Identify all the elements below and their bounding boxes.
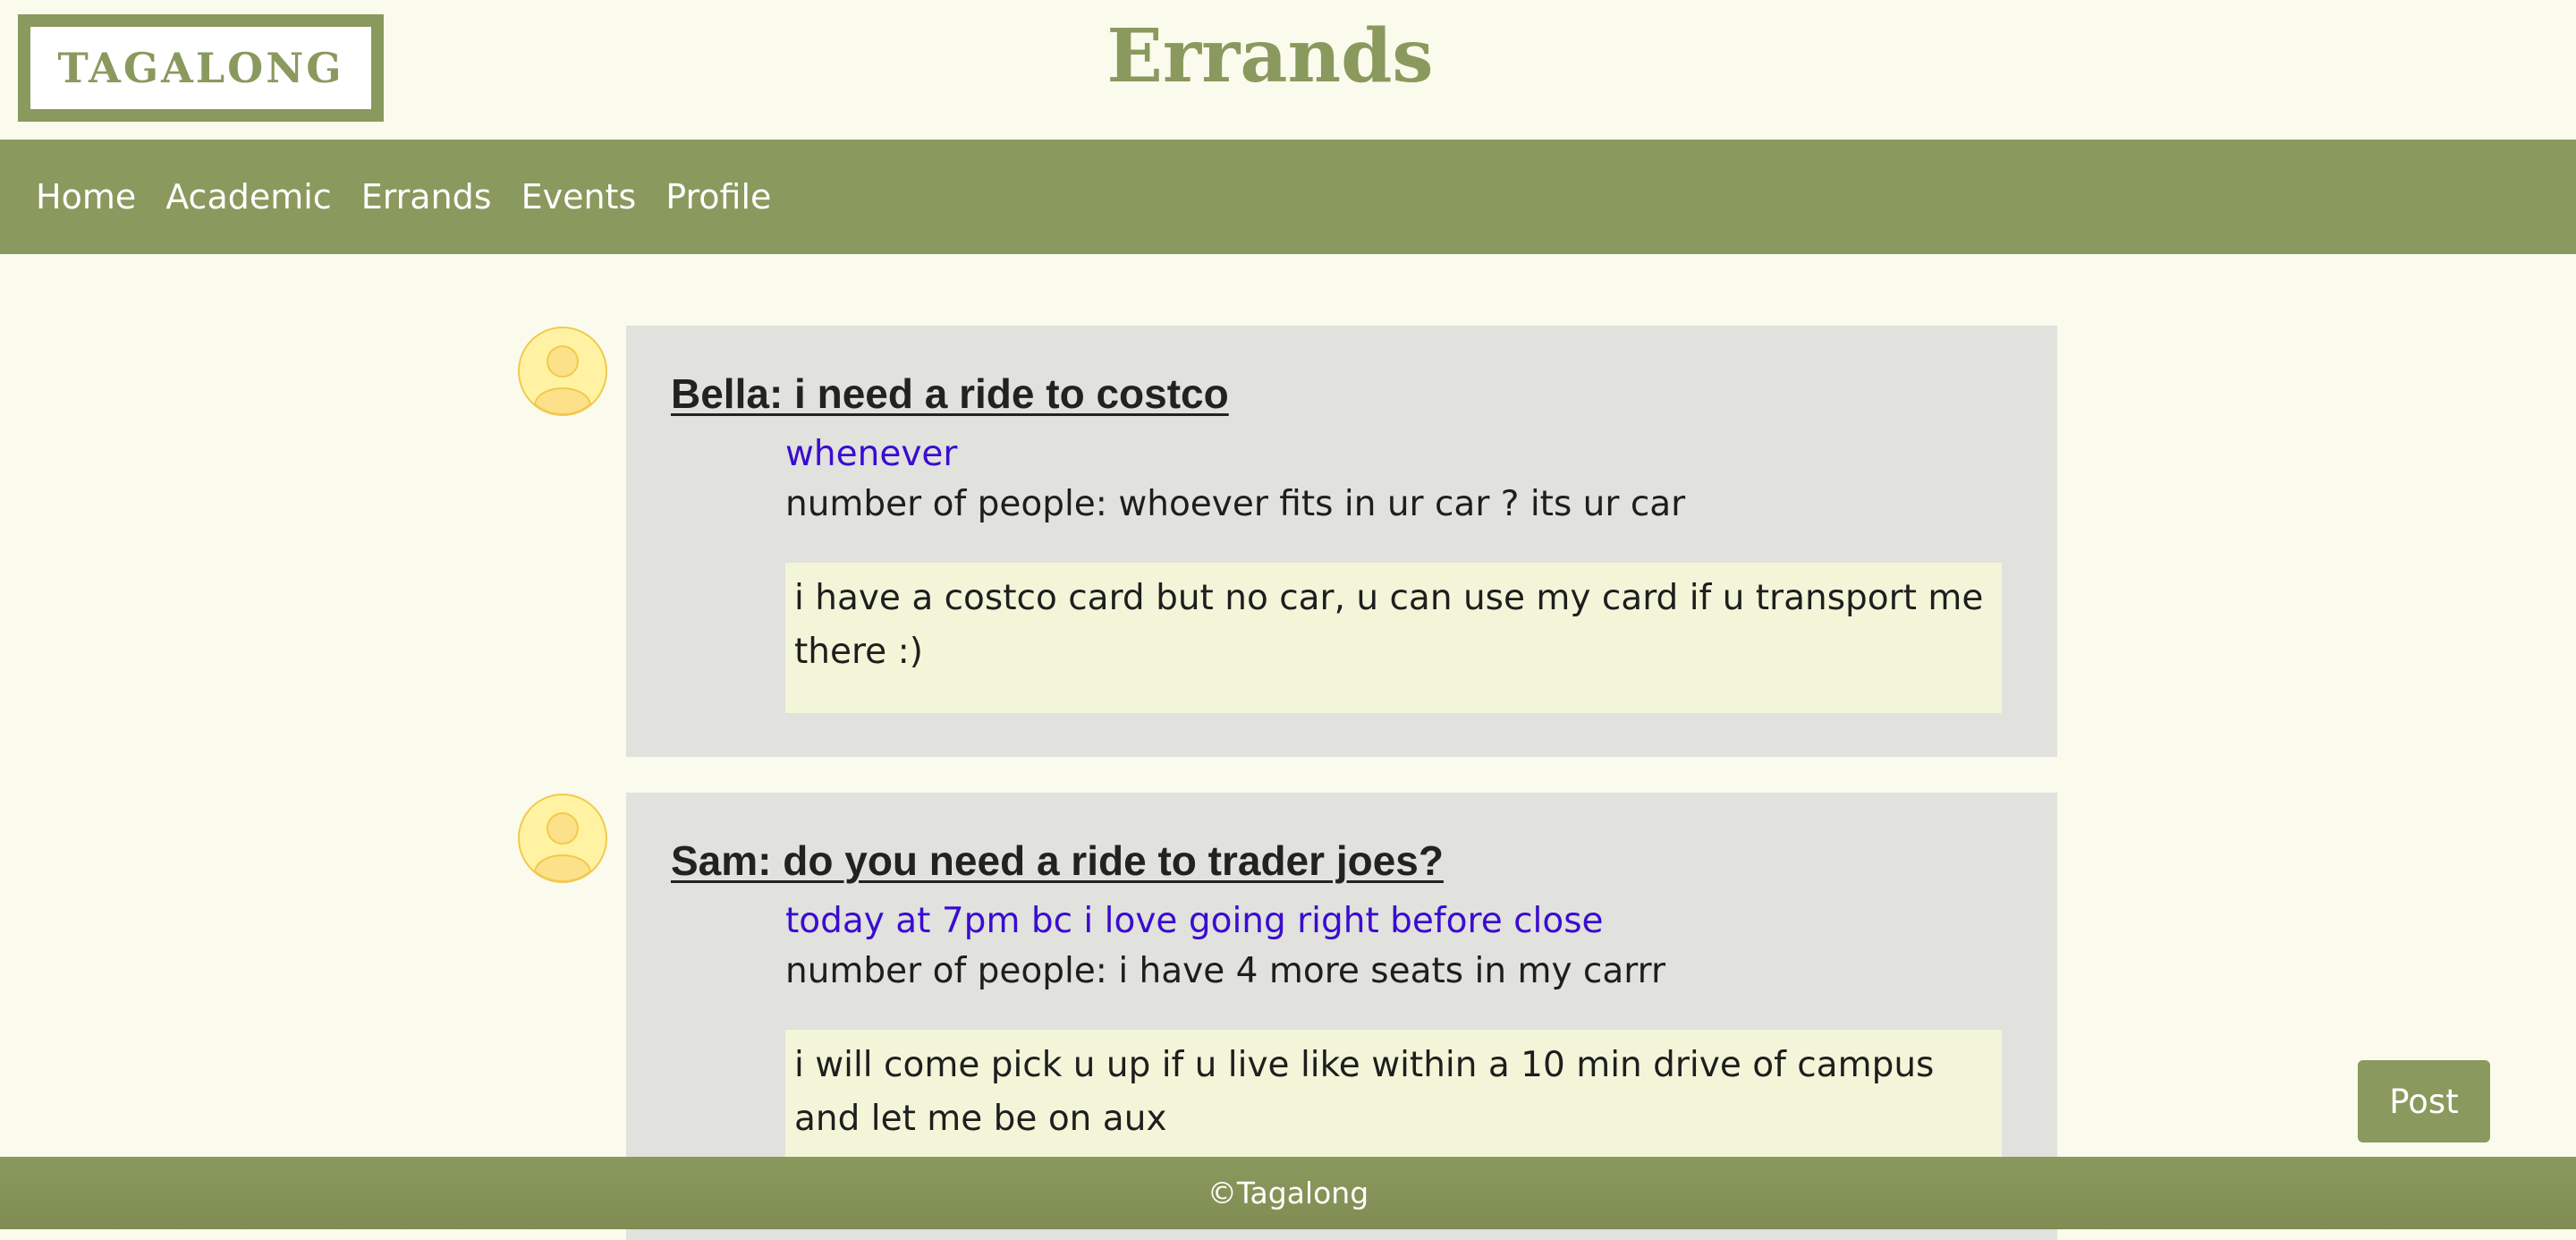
user-avatar-icon[interactable]: [517, 326, 608, 417]
post-title-link[interactable]: Bella: i need a ride to costco: [671, 369, 1229, 420]
post-description: i will come pick u up if u live like wit…: [785, 1029, 2002, 1164]
page-title: Errands: [1106, 13, 1434, 99]
post-people-count: number of people: i have 4 more seats in…: [785, 951, 1665, 992]
user-avatar-icon[interactable]: [517, 793, 608, 884]
footer-copyright: ©Tagalong: [1207, 1176, 1369, 1210]
nav-item-profile[interactable]: Profile: [665, 177, 771, 217]
post-description: i have a costco card but no car, u can u…: [785, 562, 2002, 713]
nav-item-errands[interactable]: Errands: [361, 177, 492, 217]
nav-item-events[interactable]: Events: [521, 177, 637, 217]
post-when: whenever: [785, 433, 958, 474]
footer: ©Tagalong: [0, 1157, 2576, 1229]
post-details: whenever number of people: whoever fits …: [785, 429, 2004, 713]
post-when: today at 7pm bc i love going right befor…: [785, 900, 1604, 941]
post-people-count: number of people: whoever fits in ur car…: [785, 484, 1686, 525]
nav-item-home[interactable]: Home: [36, 177, 136, 217]
post-card: Bella: i need a ride to costco whenever …: [626, 326, 2057, 757]
nav-item-academic[interactable]: Academic: [165, 177, 331, 217]
post-title-link[interactable]: Sam: do you need a ride to trader joes?: [671, 836, 1444, 888]
post-details: today at 7pm bc i love going right befor…: [785, 896, 2004, 1164]
main-nav: Home Academic Errands Events Profile: [0, 140, 2576, 254]
post-button[interactable]: Post: [2358, 1060, 2490, 1142]
header: TAGALONG Errands: [0, 0, 2576, 140]
